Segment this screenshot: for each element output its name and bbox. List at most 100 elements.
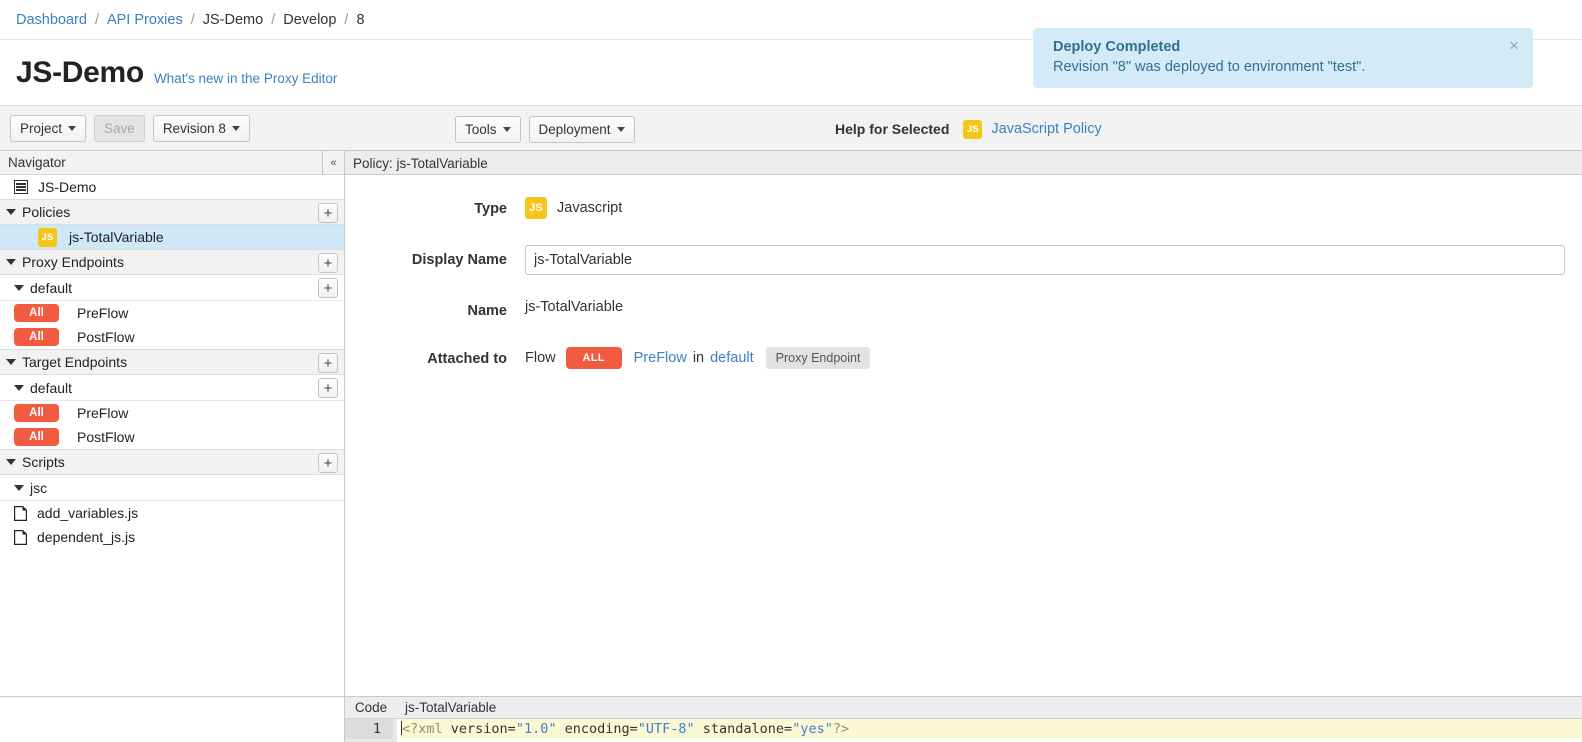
revision-menu-button[interactable]: Revision 8 (153, 115, 250, 142)
code-token: encoding= (556, 721, 637, 737)
tree-item-label: PreFlow (77, 305, 128, 321)
tree-item-postflow[interactable]: All PostFlow (0, 425, 344, 449)
tree-item-preflow[interactable]: All PreFlow (0, 301, 344, 325)
close-icon[interactable]: × (1499, 37, 1519, 77)
name-value: js-TotalVariable (525, 299, 623, 315)
save-button-label: Save (104, 121, 135, 136)
javascript-policy-help-link[interactable]: JavaScript Policy (991, 121, 1101, 137)
expand-triangle-icon[interactable] (6, 259, 16, 265)
help-for-selected-group: Help for Selected JS JavaScript Policy (835, 106, 1102, 152)
add-target-endpoints-button[interactable]: + (318, 353, 338, 373)
notification-title: Deploy Completed (1053, 37, 1499, 57)
navigator-panel: Navigator « JS-DemoPolicies+JSjs-TotalVa… (0, 151, 345, 696)
breadcrumb-item-api-proxies[interactable]: API Proxies (107, 12, 183, 28)
attached-preflow-link[interactable]: PreFlow (634, 350, 687, 366)
expand-triangle-icon[interactable] (6, 459, 16, 465)
tree-subsection-label: default (30, 280, 72, 296)
file-icon (14, 506, 27, 521)
navigator-header: Navigator « (0, 151, 344, 175)
tree-item-js-totalvariable[interactable]: JSjs-TotalVariable (0, 225, 344, 249)
attached-default-link[interactable]: default (710, 350, 754, 366)
expand-triangle-icon[interactable] (14, 285, 24, 291)
tools-menu-button[interactable]: Tools (455, 116, 521, 143)
code-token: ?> (833, 721, 849, 737)
tree-subsection-target-endpoints-default[interactable]: default + (0, 375, 344, 401)
tree-section-policies[interactable]: Policies+ (0, 199, 344, 225)
all-flow-badge: All (14, 328, 59, 346)
name-label: Name (345, 299, 525, 323)
code-file-name: js-TotalVariable (397, 700, 496, 715)
tree-section-label: Target Endpoints (22, 354, 127, 370)
tree-item-add-variables-js[interactable]: add_variables.js (0, 501, 344, 525)
tree-subsection-label: default (30, 380, 72, 396)
code-line: <?xml version="1.0" encoding="UTF-8" sta… (401, 719, 1582, 739)
tree-section-scripts[interactable]: Scripts + (0, 449, 344, 475)
add-proxy-endpoints-default-button[interactable]: + (318, 278, 338, 298)
type-value-group: JS Javascript (525, 197, 622, 219)
file-icon (14, 530, 27, 545)
breadcrumb-item-8: 8 (356, 12, 364, 28)
add-target-endpoints-default-button[interactable]: + (318, 378, 338, 398)
tree-subsection-proxy-endpoints-default[interactable]: default + (0, 275, 344, 301)
help-for-selected-label: Help for Selected (835, 121, 949, 137)
code-token: "yes" (792, 721, 833, 737)
whats-new-link[interactable]: What's new in the Proxy Editor (154, 71, 337, 86)
all-flow-badge: All (14, 404, 59, 422)
add-proxy-endpoints-button[interactable]: + (318, 253, 338, 273)
breadcrumb-separator: / (95, 12, 99, 28)
all-flow-badge: ALL (566, 347, 622, 369)
all-flow-badge: All (14, 304, 59, 322)
code-token: "UTF-8" (638, 721, 695, 737)
deployment-menu-button[interactable]: Deployment (529, 116, 635, 143)
all-flow-badge: All (14, 428, 59, 446)
tree-item-dependent-js-js[interactable]: dependent_js.js (0, 525, 344, 549)
type-label: Type (345, 197, 525, 221)
code-text-area[interactable]: <?xml version="1.0" encoding="UTF-8" sta… (397, 719, 1582, 742)
tree-section-label: Scripts (22, 454, 65, 470)
tree-item-preflow[interactable]: All PreFlow (0, 401, 344, 425)
project-menu-label: Project (20, 121, 62, 136)
add-policies-button[interactable]: + (318, 203, 338, 223)
code-token: version= (443, 721, 516, 737)
breadcrumb-separator: / (191, 12, 195, 28)
project-menu-button[interactable]: Project (10, 115, 86, 142)
tree-item-label: PreFlow (77, 405, 128, 421)
tree-section-proxy-endpoints[interactable]: Proxy Endpoints+ (0, 249, 344, 275)
tools-menu-label: Tools (465, 122, 497, 137)
expand-triangle-icon[interactable] (14, 385, 24, 391)
code-token: xml (418, 721, 442, 737)
expand-triangle-icon[interactable] (14, 485, 24, 491)
editor-toolbar: Project Save Revision 8 Tools Deployment… (0, 105, 1582, 151)
breadcrumb-item-develop: Develop (283, 12, 336, 28)
breadcrumb-item-js-demo: JS-Demo (203, 12, 263, 28)
collapse-panel-icon[interactable]: « (322, 151, 344, 174)
expand-triangle-icon[interactable] (6, 359, 16, 365)
attached-in-word: in (693, 350, 704, 366)
chevron-down-icon (503, 127, 511, 132)
chevron-down-icon (232, 126, 240, 131)
js-policy-icon: JS (963, 120, 982, 139)
proxy-endpoint-chip: Proxy Endpoint (766, 347, 871, 369)
tree-item-label: PostFlow (77, 329, 135, 345)
tree-item-root-js-demo[interactable]: JS-Demo (0, 175, 344, 199)
notification-text: Deploy Completed Revision "8" was deploy… (1053, 37, 1499, 77)
display-name-input[interactable] (525, 245, 1565, 275)
field-display-name: Display Name (345, 245, 1582, 275)
line-number: 1 (345, 719, 393, 739)
tree-section-target-endpoints[interactable]: Target Endpoints + (0, 349, 344, 375)
js-policy-icon: JS (38, 228, 57, 247)
tree-item-postflow[interactable]: All PostFlow (0, 325, 344, 349)
tree-item-label: PostFlow (77, 429, 135, 445)
save-button[interactable]: Save (94, 115, 145, 142)
breadcrumb-separator: / (271, 12, 275, 28)
field-name: Name js-TotalVariable (345, 299, 1582, 323)
breadcrumb-item-dashboard[interactable]: Dashboard (16, 12, 87, 28)
tree-subsection-label: jsc (30, 480, 47, 496)
expand-triangle-icon[interactable] (6, 209, 16, 215)
code-token: standalone= (695, 721, 793, 737)
add-scripts-button[interactable]: + (318, 453, 338, 473)
policy-detail-body: Type JS Javascript Display Name Name js-… (345, 175, 1582, 696)
toolbar-right-group: Tools Deployment (455, 106, 643, 152)
tree-subsection-scripts-jsc[interactable]: jsc (0, 475, 344, 501)
type-value: Javascript (557, 200, 622, 216)
